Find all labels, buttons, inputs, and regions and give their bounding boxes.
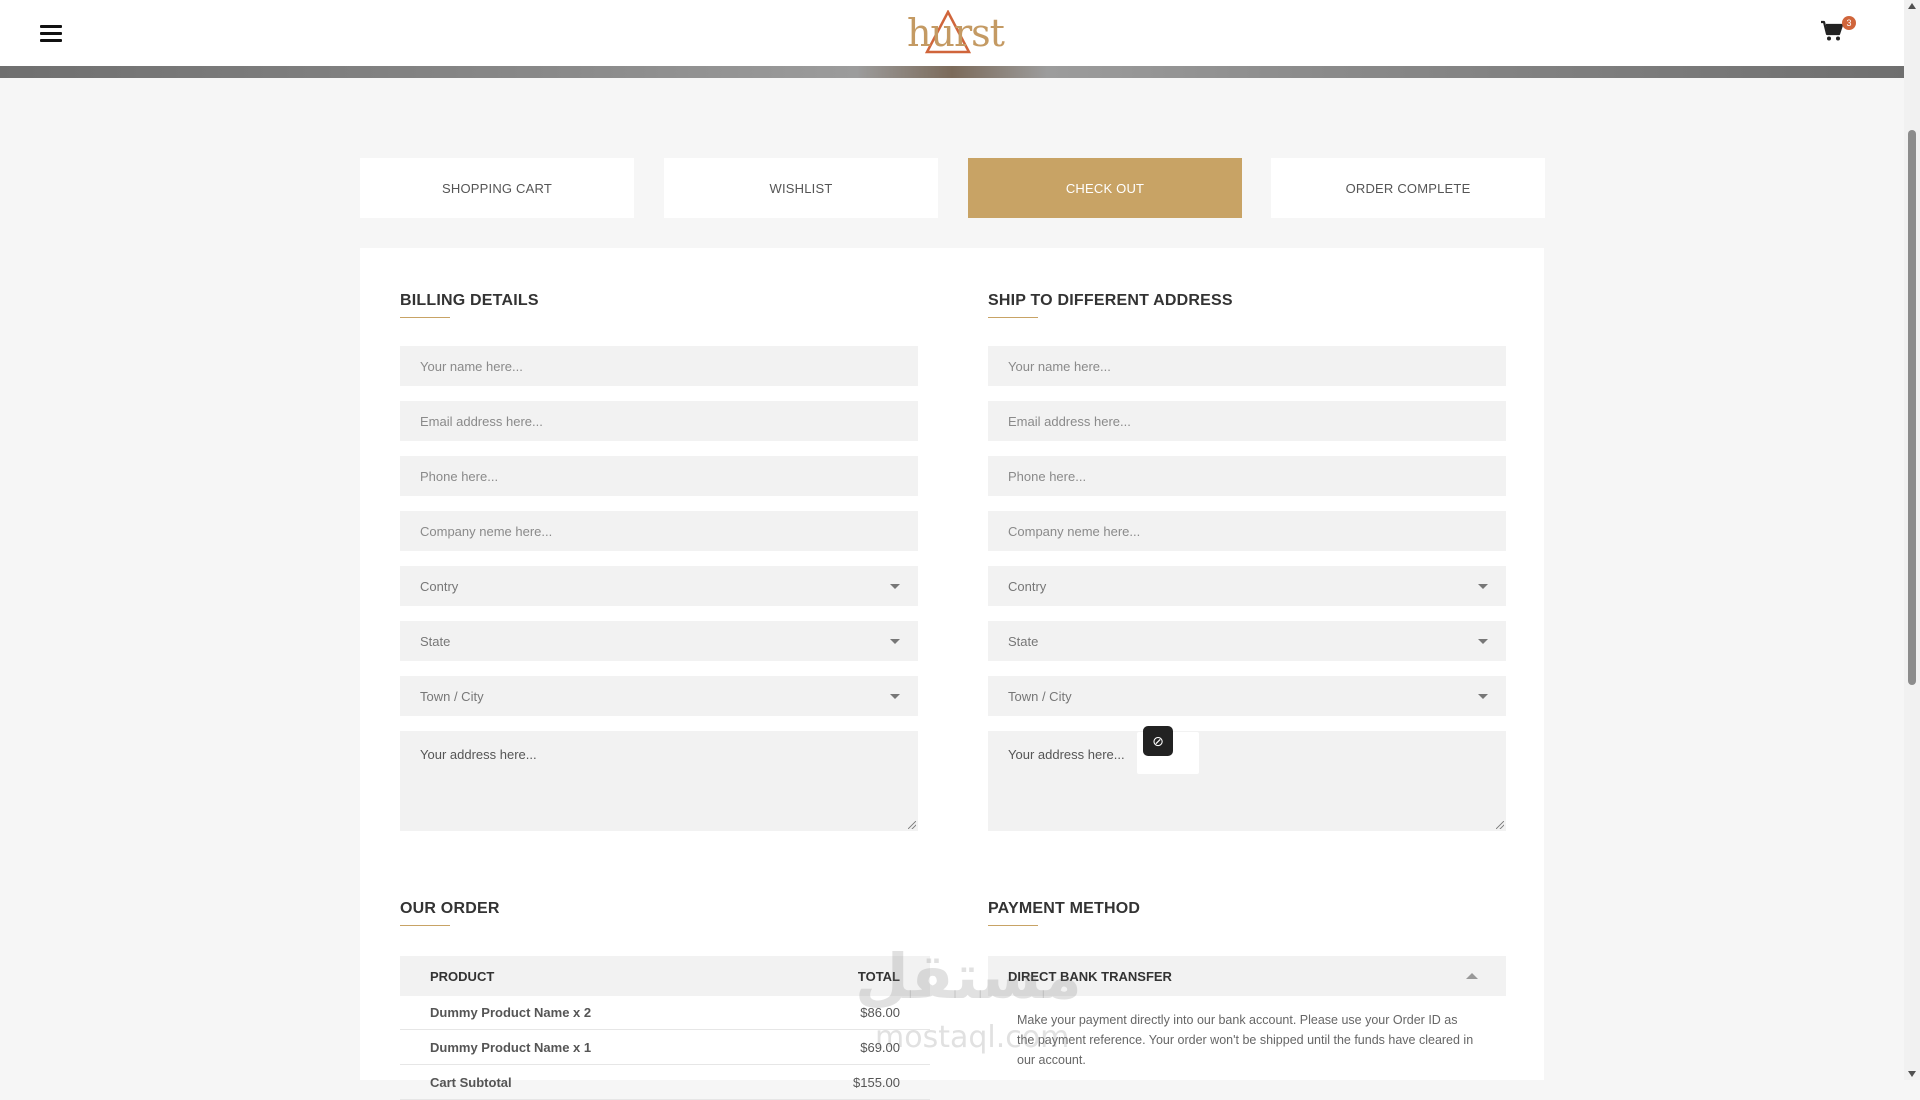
hamburger-menu-icon[interactable] [40, 25, 62, 43]
shipping-city-select[interactable]: Town / City [988, 676, 1506, 716]
chevron-down-icon [1478, 694, 1488, 699]
tab-shopping-cart[interactable]: SHOPPING CART [360, 158, 634, 218]
shipping-country-value: Contry [1008, 578, 1047, 594]
payment-method-title: PAYMENT METHOD [988, 900, 1141, 926]
payment-method-accordion[interactable]: DIRECT BANK TRANSFER [988, 956, 1506, 996]
shipping-email-input[interactable] [988, 401, 1506, 441]
order-item-name: Dummy Product Name x 2 [430, 1005, 592, 1020]
billing-details-title: BILLING DETAILS [400, 292, 539, 318]
shipping-country-select[interactable]: Contry [988, 566, 1506, 606]
shipping-address-field[interactable] [1008, 747, 1486, 815]
chevron-down-icon [890, 639, 900, 644]
block-icon[interactable]: ⊘ [1143, 726, 1173, 756]
brand-logo[interactable]: hurst [905, 10, 1005, 56]
billing-company-input[interactable] [400, 511, 918, 551]
billing-phone-field[interactable] [420, 468, 898, 484]
shipping-name-input[interactable] [988, 346, 1506, 386]
hero-image-strip [0, 66, 1904, 78]
shipping-phone-input[interactable] [988, 456, 1506, 496]
billing-state-select[interactable]: State [400, 621, 918, 661]
table-row: Dummy Product Name x 2 $86.00 [400, 996, 930, 1030]
tab-order-complete[interactable]: ORDER COMPLETE [1271, 158, 1545, 218]
shipping-name-field[interactable] [1008, 358, 1486, 374]
billing-country-select[interactable]: Contry [400, 566, 918, 606]
billing-name-input[interactable] [400, 346, 918, 386]
billing-city-select[interactable]: Town / City [400, 676, 918, 716]
scroll-thumb[interactable] [1908, 130, 1916, 685]
shipping-city-value: Town / City [1008, 688, 1072, 704]
billing-city-value: Town / City [420, 688, 484, 704]
site-header: hurst 3 [0, 0, 1904, 66]
chevron-down-icon [890, 694, 900, 699]
ship-to-different-address-title: SHIP TO DIFFERENT ADDRESS [988, 292, 1233, 318]
billing-address-field[interactable] [420, 747, 898, 815]
billing-country-value: Contry [420, 578, 459, 594]
order-item-price: $69.00 [860, 1040, 900, 1055]
order-item-price: $155.00 [853, 1075, 900, 1090]
logo-text: hurst [907, 11, 1005, 55]
payment-method-label: DIRECT BANK TRANSFER [1008, 969, 1172, 984]
billing-address-textarea[interactable] [400, 731, 918, 831]
chevron-down-icon [890, 584, 900, 589]
billing-email-input[interactable] [400, 401, 918, 441]
our-order-title: OUR ORDER [400, 900, 500, 926]
shipping-company-field[interactable] [1008, 523, 1486, 539]
table-row: Dummy Product Name x 1 $69.00 [400, 1031, 930, 1065]
order-col-product: PRODUCT [430, 969, 495, 984]
chevron-down-icon [1478, 639, 1488, 644]
chevron-up-icon[interactable] [1466, 973, 1478, 979]
order-item-name: Dummy Product Name x 1 [430, 1040, 592, 1055]
table-row: Cart Subtotal $155.00 [400, 1066, 930, 1100]
shipping-state-select[interactable]: State [988, 621, 1506, 661]
tab-wishlist[interactable]: WISHLIST [664, 158, 938, 218]
cart-count-badge: 3 [1842, 16, 1856, 30]
billing-company-field[interactable] [420, 523, 898, 539]
scroll-up-arrow-icon[interactable] [1908, 3, 1916, 9]
resize-grip-icon[interactable] [908, 821, 916, 829]
billing-state-value: State [420, 633, 451, 649]
payment-description: Make your payment directly into our bank… [1017, 1013, 1474, 1067]
order-item-price: $86.00 [860, 1005, 900, 1020]
billing-phone-input[interactable] [400, 456, 918, 496]
order-item-name: Cart Subtotal [430, 1075, 512, 1090]
cart-button[interactable]: 3 [1820, 16, 1856, 48]
tab-check-out[interactable]: CHECK OUT [968, 158, 1242, 218]
scroll-down-arrow-icon[interactable] [1908, 1071, 1916, 1077]
shipping-phone-field[interactable] [1008, 468, 1486, 484]
page-scrollbar[interactable] [1904, 0, 1920, 1080]
shipping-state-value: State [1008, 633, 1039, 649]
shipping-email-field[interactable] [1008, 413, 1486, 429]
shipping-company-input[interactable] [988, 511, 1506, 551]
cart-icon [1821, 20, 1844, 41]
resize-grip-icon[interactable] [1496, 821, 1504, 829]
order-table-header: PRODUCT TOTAL [400, 956, 930, 996]
order-col-total: TOTAL [857, 969, 900, 984]
billing-email-field[interactable] [420, 413, 898, 429]
shipping-address-textarea[interactable] [988, 731, 1506, 831]
billing-name-field[interactable] [420, 358, 898, 374]
chevron-down-icon [1478, 584, 1488, 589]
checkout-card: BILLING DETAILS Contry State Town / City… [360, 248, 1544, 1100]
